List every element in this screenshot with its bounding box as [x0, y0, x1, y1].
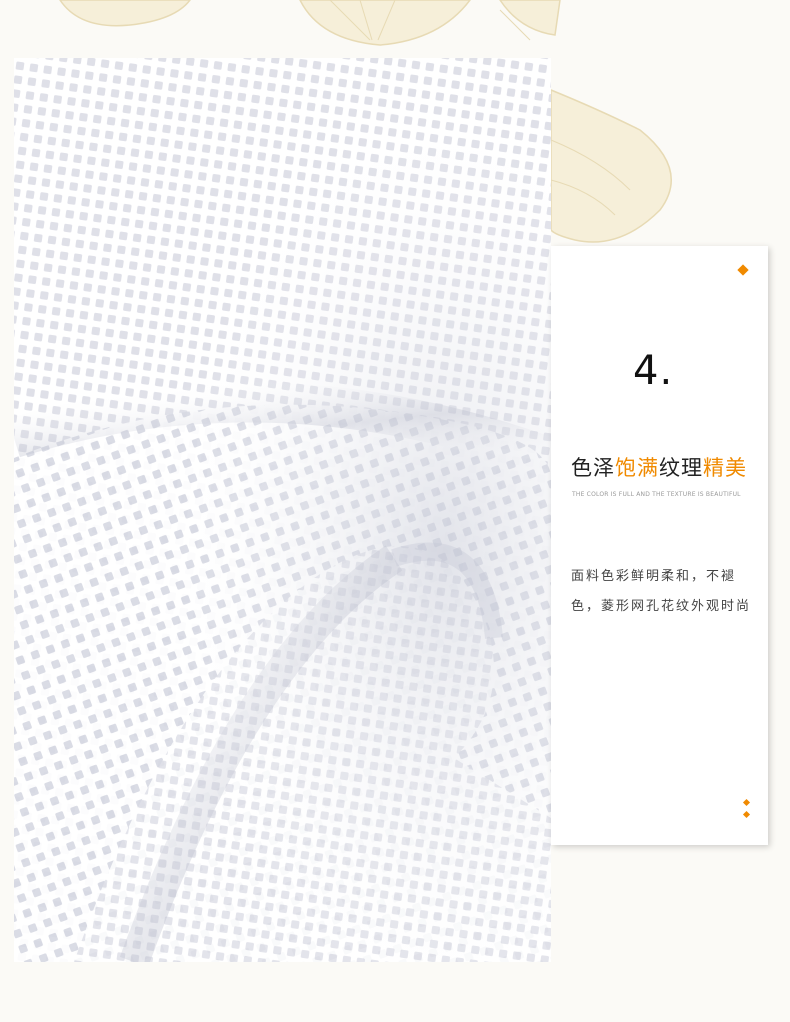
headline-highlight-2: 精美: [703, 456, 747, 480]
feature-card: 4. 色泽饱满纹理精美 THE COLOR IS FULL AND THE TE…: [551, 246, 768, 845]
feature-number: 4.: [633, 348, 674, 394]
headline-part-1: 色泽: [571, 456, 615, 480]
headline-part-3: 纹理: [659, 456, 703, 480]
diamond-bullet-icon: [742, 798, 751, 807]
mesh-fabric-photo: [14, 58, 551, 962]
feature-headline: 色泽饱满纹理精美: [571, 452, 747, 482]
feature-description: 面料色彩鲜明柔和，不褪色，菱形网孔花纹外观时尚: [571, 569, 752, 614]
diamond-bullet-icon: [742, 810, 751, 819]
feature-subtitle: THE COLOR IS FULL AND THE TEXTURE IS BEA…: [572, 491, 741, 498]
diamond-bullet-icon: [737, 264, 749, 276]
headline-highlight-1: 饱满: [615, 456, 659, 480]
